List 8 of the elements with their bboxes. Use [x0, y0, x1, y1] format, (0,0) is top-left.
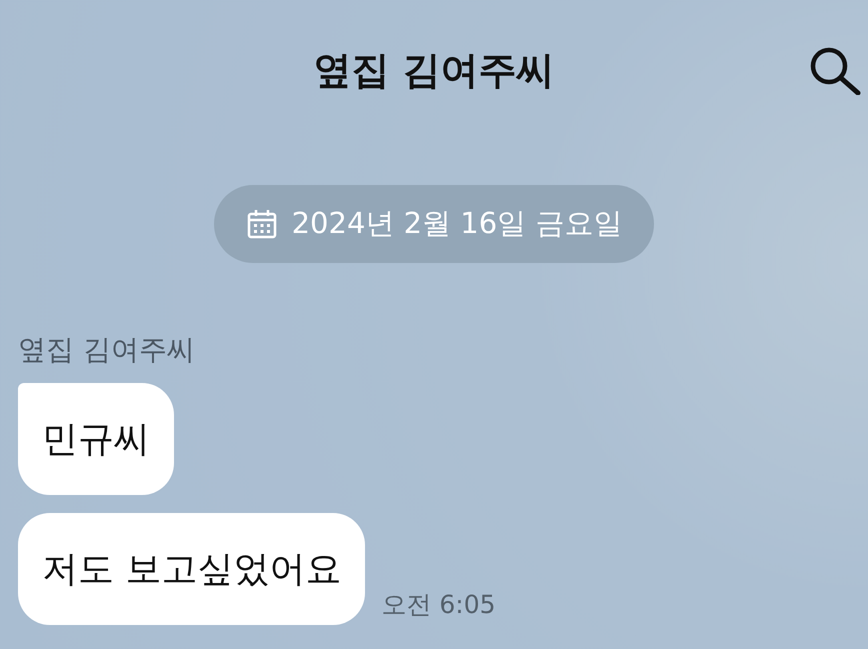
date-text: 2024년 2월 16일 금요일	[292, 205, 622, 242]
search-icon[interactable]	[808, 45, 862, 95]
calendar-icon	[246, 208, 278, 240]
sender-name: 옆집 김여주씨	[18, 332, 195, 368]
chat-title: 옆집 김여주씨	[313, 46, 555, 94]
message-time: 오전 6:05	[381, 589, 496, 621]
message-bubble: 민규씨	[18, 383, 174, 495]
message-bubble: 저도 보고싶었어요	[18, 513, 366, 625]
